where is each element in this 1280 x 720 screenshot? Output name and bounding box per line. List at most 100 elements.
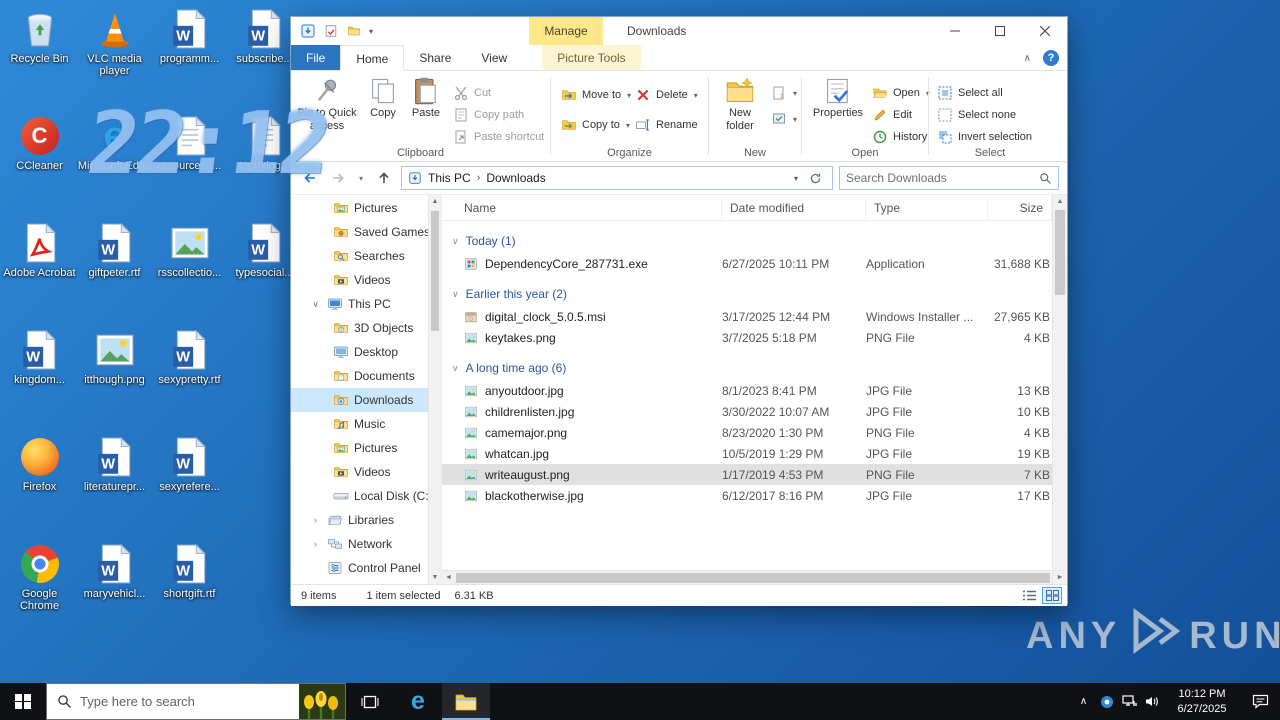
delete-button[interactable]: Delete▾ bbox=[635, 87, 698, 103]
sidebar-item-this-pc[interactable]: ∨This PC bbox=[291, 292, 441, 316]
desktop-icon-sexyrefere[interactable]: Wsexyrefere... bbox=[152, 430, 227, 537]
column-header-name[interactable]: Name bbox=[442, 195, 722, 220]
column-header-date-modified[interactable]: Date modified bbox=[722, 195, 866, 220]
sidebar-item-3d-objects[interactable]: 3D Objects bbox=[291, 316, 441, 340]
horizontal-scrollbar-thumb[interactable] bbox=[456, 573, 1050, 583]
cut-button[interactable]: Cut bbox=[453, 85, 491, 101]
copy-path-button[interactable]: Copy path bbox=[453, 107, 524, 123]
recent-locations-icon[interactable]: ▾ bbox=[355, 174, 367, 183]
sidebar-item-downloads[interactable]: Downloads bbox=[291, 388, 441, 412]
sidebar-item-videos[interactable]: Videos bbox=[291, 268, 441, 292]
minimize-button[interactable] bbox=[932, 17, 977, 45]
file-row-keytakes-png[interactable]: keytakes.png3/7/2025 5:18 PMPNG File4 KB bbox=[442, 327, 1052, 348]
taskbar-clock[interactable]: 10:12 PM 6/27/2025 bbox=[1164, 687, 1240, 716]
refresh-icon[interactable] bbox=[804, 167, 826, 189]
scroll-up-icon[interactable]: ▲ bbox=[1053, 195, 1067, 208]
tab-view[interactable]: View bbox=[466, 45, 522, 70]
file-row-digital-clock-5-0-5-msi[interactable]: digital_clock_5.0.5.msi3/17/2025 12:44 P… bbox=[442, 306, 1052, 327]
easy-access-button[interactable]: ▾ bbox=[771, 111, 797, 127]
desktop-icon-giftpeter-rtf[interactable]: Wgiftpeter.rtf bbox=[77, 216, 152, 323]
desktop-icon-firefox[interactable]: Firefox bbox=[2, 430, 77, 537]
explorer-search-box[interactable] bbox=[839, 166, 1059, 190]
desktop-icon-vlc-media-player[interactable]: VLC media player bbox=[77, 2, 152, 109]
qat-new-folder-icon[interactable] bbox=[346, 23, 362, 39]
action-center-icon[interactable] bbox=[1240, 694, 1280, 709]
maximize-button[interactable] bbox=[977, 17, 1022, 45]
forward-button[interactable] bbox=[327, 167, 349, 189]
volume-icon[interactable] bbox=[1141, 683, 1164, 720]
paste-shortcut-button[interactable]: Paste shortcut bbox=[453, 129, 544, 145]
sidebar-item-documents[interactable]: Documents bbox=[291, 364, 441, 388]
expander-icon[interactable]: › bbox=[309, 515, 322, 525]
nav-pane-scrollbar[interactable]: ▲▼ bbox=[428, 195, 441, 584]
thumbnails-view-toggle[interactable] bbox=[1042, 587, 1062, 604]
manage-contextual-chip[interactable]: Manage bbox=[529, 17, 603, 45]
explorer-search-input[interactable] bbox=[846, 171, 1039, 185]
qat-dropdown-icon[interactable]: ▾ bbox=[369, 27, 373, 36]
nav-scrollbar-thumb[interactable] bbox=[431, 211, 439, 331]
vertical-scrollbar-thumb[interactable] bbox=[1055, 210, 1065, 295]
open-button[interactable]: Open▾ bbox=[872, 85, 930, 101]
edit-button[interactable]: Edit bbox=[872, 107, 912, 123]
file-row-writeaugust-png[interactable]: writeaugust.png1/17/2019 4:53 PMPNG File… bbox=[442, 464, 1052, 485]
scroll-down-icon[interactable]: ▼ bbox=[429, 571, 441, 584]
rename-button[interactable]: Rename bbox=[635, 117, 698, 133]
column-header-size[interactable]: Size bbox=[988, 195, 1052, 220]
breadcrumb-this-pc[interactable]: This PC bbox=[428, 171, 471, 185]
digital-clock-overlay[interactable]: 22:12 bbox=[82, 94, 333, 194]
sidebar-item-saved-games[interactable]: Saved Games bbox=[291, 220, 441, 244]
help-icon[interactable] bbox=[1043, 50, 1059, 66]
paste-button[interactable]: Paste bbox=[405, 76, 447, 120]
select-all-button[interactable]: Select all bbox=[937, 85, 1003, 101]
desktop-icon-shortgift-rtf[interactable]: Wshortgift.rtf bbox=[152, 537, 227, 644]
horizontal-scrollbar[interactable]: ◄ bbox=[442, 570, 1052, 584]
desktop-icon-rsscollectio[interactable]: rsscollectio... bbox=[152, 216, 227, 323]
tab-picture-tools[interactable]: Picture Tools bbox=[542, 45, 640, 70]
sidebar-item-videos[interactable]: Videos bbox=[291, 460, 441, 484]
desktop-icon-recycle-bin[interactable]: Recycle Bin bbox=[2, 2, 77, 109]
new-item-button[interactable]: ▾ bbox=[771, 85, 797, 101]
sidebar-item-network[interactable]: ›Network bbox=[291, 532, 441, 556]
group-header-a-long-time-ago-6[interactable]: ∨A long time ago (6) bbox=[442, 356, 1052, 380]
expander-icon[interactable]: ∨ bbox=[452, 289, 459, 300]
tab-file[interactable]: File bbox=[291, 45, 340, 70]
sidebar-item-searches[interactable]: Searches bbox=[291, 244, 441, 268]
scroll-right-icon[interactable]: ► bbox=[1053, 570, 1067, 584]
address-dropdown-icon[interactable]: ▾ bbox=[794, 174, 798, 183]
collapse-ribbon-icon[interactable]: ∧ bbox=[1024, 53, 1031, 64]
taskbar-search-input[interactable] bbox=[80, 694, 260, 709]
desktop-icon-ccleaner[interactable]: CCleaner bbox=[2, 109, 77, 216]
desktop-icon-sexypretty-rtf[interactable]: Wsexypretty.rtf bbox=[152, 323, 227, 430]
file-row-childrenlisten-jpg[interactable]: childrenlisten.jpg3/30/2022 10:07 AMJPG … bbox=[442, 401, 1052, 422]
expander-icon[interactable]: ∨ bbox=[452, 363, 459, 374]
expander-icon[interactable]: ∨ bbox=[309, 299, 322, 310]
sidebar-item-libraries[interactable]: ›Libraries bbox=[291, 508, 441, 532]
vertical-scrollbar[interactable]: ▲ ► bbox=[1052, 195, 1067, 584]
properties-button[interactable]: Properties bbox=[810, 76, 866, 120]
close-button[interactable] bbox=[1022, 17, 1067, 45]
tab-home[interactable]: Home bbox=[340, 45, 404, 71]
desktop-icon-itthough-png[interactable]: itthough.png bbox=[77, 323, 152, 430]
sidebar-item-music[interactable]: Music bbox=[291, 412, 441, 436]
history-button[interactable]: History bbox=[872, 129, 927, 145]
address-box[interactable]: This PC › Downloads ▾ bbox=[401, 166, 833, 190]
start-button[interactable] bbox=[0, 683, 46, 720]
file-row-whatcan-jpg[interactable]: whatcan.jpg10/5/2019 1:29 PMJPG File19 K… bbox=[442, 443, 1052, 464]
sidebar-item-local-disk-c[interactable]: Local Disk (C:) bbox=[291, 484, 441, 508]
copy-button[interactable]: Copy bbox=[363, 76, 403, 120]
sidebar-item-control-panel[interactable]: Control Panel bbox=[291, 556, 441, 580]
network-icon[interactable] bbox=[1118, 683, 1141, 720]
expander-icon[interactable]: › bbox=[309, 539, 322, 549]
file-row-blackotherwise-jpg[interactable]: blackotherwise.jpg6/12/2017 8:16 PMJPG F… bbox=[442, 485, 1052, 506]
tab-share[interactable]: Share bbox=[404, 45, 466, 70]
move-to-button[interactable]: Move to▾ bbox=[561, 87, 631, 103]
desktop-icon-adobe-acrobat[interactable]: Adobe Acrobat bbox=[2, 216, 77, 323]
file-row-anyoutdoor-jpg[interactable]: anyoutdoor.jpg8/1/2023 8:41 PMJPG File13… bbox=[442, 380, 1052, 401]
select-none-button[interactable]: Select none bbox=[937, 107, 1016, 123]
task-view-button[interactable] bbox=[346, 683, 394, 720]
title-bar[interactable]: ▾ Manage Downloads bbox=[291, 17, 1067, 45]
search-icon[interactable] bbox=[1039, 172, 1052, 185]
taskbar-search-box[interactable] bbox=[46, 683, 346, 720]
sidebar-item-pictures[interactable]: Pictures bbox=[291, 196, 441, 220]
details-view-toggle[interactable] bbox=[1019, 587, 1039, 604]
